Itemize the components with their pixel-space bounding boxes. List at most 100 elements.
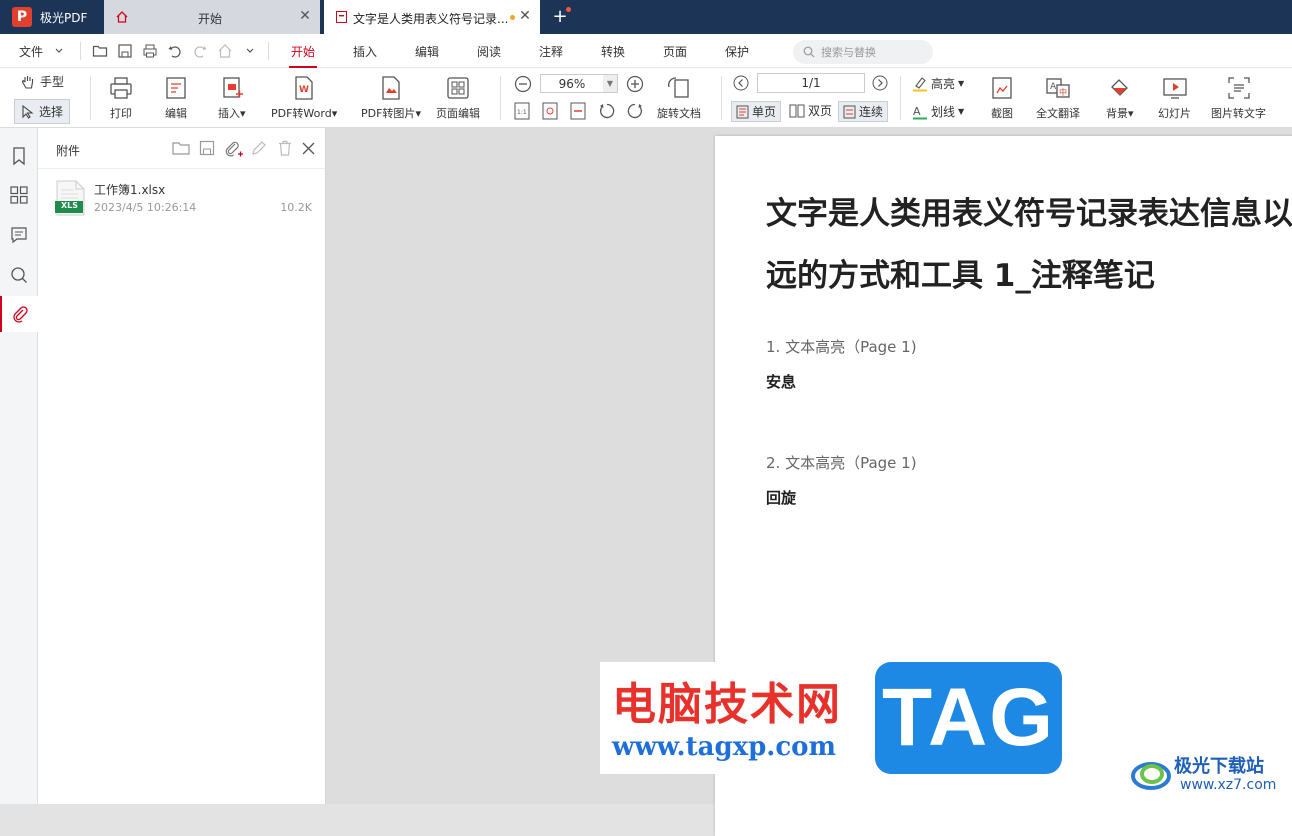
rotate-right-icon[interactable] [626,102,644,120]
brand-url: www.xz7.com [1180,777,1277,793]
screenshot-button[interactable]: 截图 [989,75,1015,121]
undo-icon[interactable] [167,43,183,59]
tab-protect[interactable]: 保护 [725,43,749,60]
chevron-down-icon: ▼ [603,75,617,92]
document-title-line-2: 远的方式和工具 1_注释笔记 [766,258,1155,294]
underline-button[interactable]: A 划线 ▼ [912,103,964,120]
app-tab[interactable]: P 极光PDF [0,0,104,34]
open-folder-icon[interactable] [92,43,108,59]
insert-label: 插入▾ [218,107,246,120]
divider [90,76,91,120]
delete-icon[interactable] [277,140,293,156]
save-icon[interactable] [199,140,215,156]
add-attachment-icon[interactable] [224,140,244,158]
pdf-to-image-button[interactable]: PDF转图片▾ [361,75,421,121]
insert-button[interactable]: 插入▾ [218,75,246,121]
hand-tool-button[interactable]: 手型 [20,73,64,90]
tab-annotate[interactable]: 注释 [539,43,563,60]
redo-icon[interactable] [192,43,208,59]
print-button[interactable]: 打印 [108,75,134,121]
close-icon[interactable]: ✕ [298,9,312,23]
zoom-in-icon[interactable] [626,75,644,93]
close-icon[interactable]: ✕ [518,9,532,23]
tab-edit[interactable]: 编辑 [415,43,439,60]
page-number-input[interactable]: 1/1 [757,73,865,93]
zoom-select[interactable]: 96% ▼ [540,74,618,93]
edit-button[interactable]: 编辑 [163,75,189,121]
page-edit-button[interactable]: 页面编辑 [436,75,480,121]
tab-home[interactable]: 开始 ✕ [104,0,320,34]
continuous-button[interactable]: 连续 [838,101,889,122]
close-icon[interactable] [302,142,315,155]
next-page-icon[interactable] [872,75,888,91]
insert-page-icon [223,77,243,98]
zoom-out-icon[interactable] [514,75,532,93]
tab-read[interactable]: 阅读 [477,43,501,60]
thumbnails-icon[interactable] [9,185,29,205]
underline-label: 划线 [931,105,956,119]
note-heading: 1. 文本高亮（Page 1) [766,338,917,356]
comment-icon[interactable] [9,225,29,245]
app-logo-icon: P [12,7,32,27]
tab-convert[interactable]: 转换 [601,43,625,60]
left-sidebar [0,128,38,804]
search-icon[interactable] [9,265,29,285]
tab-start[interactable]: 开始 [288,43,318,68]
search-icon [803,46,815,58]
tab-document[interactable]: 文字是人类用表义符号记录... ✕ [324,0,540,34]
menu-bar: 文件 开始 插入 编辑 阅读 注释 转换 页面 保护 [0,34,1292,68]
select-tool-button[interactable]: 选择 [14,99,71,124]
pdf-to-word-label: PDF转Word▾ [271,107,338,120]
prev-page-icon[interactable] [733,75,749,91]
watermark-title: 电脑技术网 [612,679,842,730]
watermark-overlay: 电脑技术网 www.tagxp.com [600,662,860,774]
home-icon[interactable] [217,43,233,59]
fit-width-icon[interactable] [570,102,586,120]
tab-insert[interactable]: 插入 [353,43,377,60]
search-placeholder: 搜索与替换 [821,46,876,59]
svg-text:A: A [913,105,921,118]
double-page-button[interactable]: 双页 [789,102,832,119]
image-to-text-button[interactable]: 图片转文字 [1211,75,1266,121]
svg-text:W: W [299,85,309,95]
continuous-label: 连续 [859,105,884,119]
divider [900,76,901,120]
search-input[interactable]: 搜索与替换 [793,40,933,64]
save-icon[interactable] [117,43,133,59]
highlight-button[interactable]: 高亮 ▼ [912,75,964,92]
single-page-button[interactable]: 单页 [731,101,782,122]
hand-tool-label: 手型 [40,75,65,89]
rotate-document-button[interactable]: 旋转文档 [657,75,701,121]
brand-name: 极光下载站 [1174,756,1264,777]
tag-logo-text: TAG [881,672,1055,763]
xls-file-icon [55,180,85,216]
bookmark-icon[interactable] [9,146,29,166]
file-size: 10.2K [280,201,312,214]
slideshow-button[interactable]: 幻灯片 [1158,75,1191,121]
tab-home-label: 开始 [198,12,223,26]
pdf-to-word-button[interactable]: W PDF转Word▾ [271,75,337,121]
document-title-line-1: 文字是人类用表义符号记录表达信息以 [766,196,1292,232]
continuous-icon [843,105,856,118]
background-label: 背景▾ [1106,107,1134,120]
background-button[interactable]: 背景▾ [1106,75,1134,121]
chevron-down-icon[interactable] [246,48,254,54]
double-page-label: 双页 [808,104,833,118]
attachment-item[interactable]: XLS 工作簿1.xlsx 2023/4/5 10:26:14 10.2K [52,178,314,220]
full-translate-button[interactable]: A中 全文翻译 [1036,75,1080,121]
page-grid-icon [447,77,469,99]
edit-icon[interactable] [251,140,267,156]
actual-size-icon[interactable]: 1:1 [514,102,530,120]
fit-page-icon[interactable] [542,102,558,120]
print-icon[interactable] [142,43,158,59]
chevron-down-icon[interactable] [55,48,63,54]
full-translate-label: 全文翻译 [1036,107,1080,120]
attachment-tab-active[interactable] [0,296,38,332]
rotate-left-icon[interactable] [598,102,616,120]
ribbon-toolbar: 手型 选择 打印 编辑 插入▾ W PDF转Word▾ PDF转图片▾ 页面编辑… [0,68,1292,128]
file-menu[interactable]: 文件 [19,43,43,60]
hand-icon [21,75,34,89]
zoom-value: 96% [558,76,586,91]
open-folder-icon[interactable] [172,140,190,156]
tab-page[interactable]: 页面 [663,43,687,60]
